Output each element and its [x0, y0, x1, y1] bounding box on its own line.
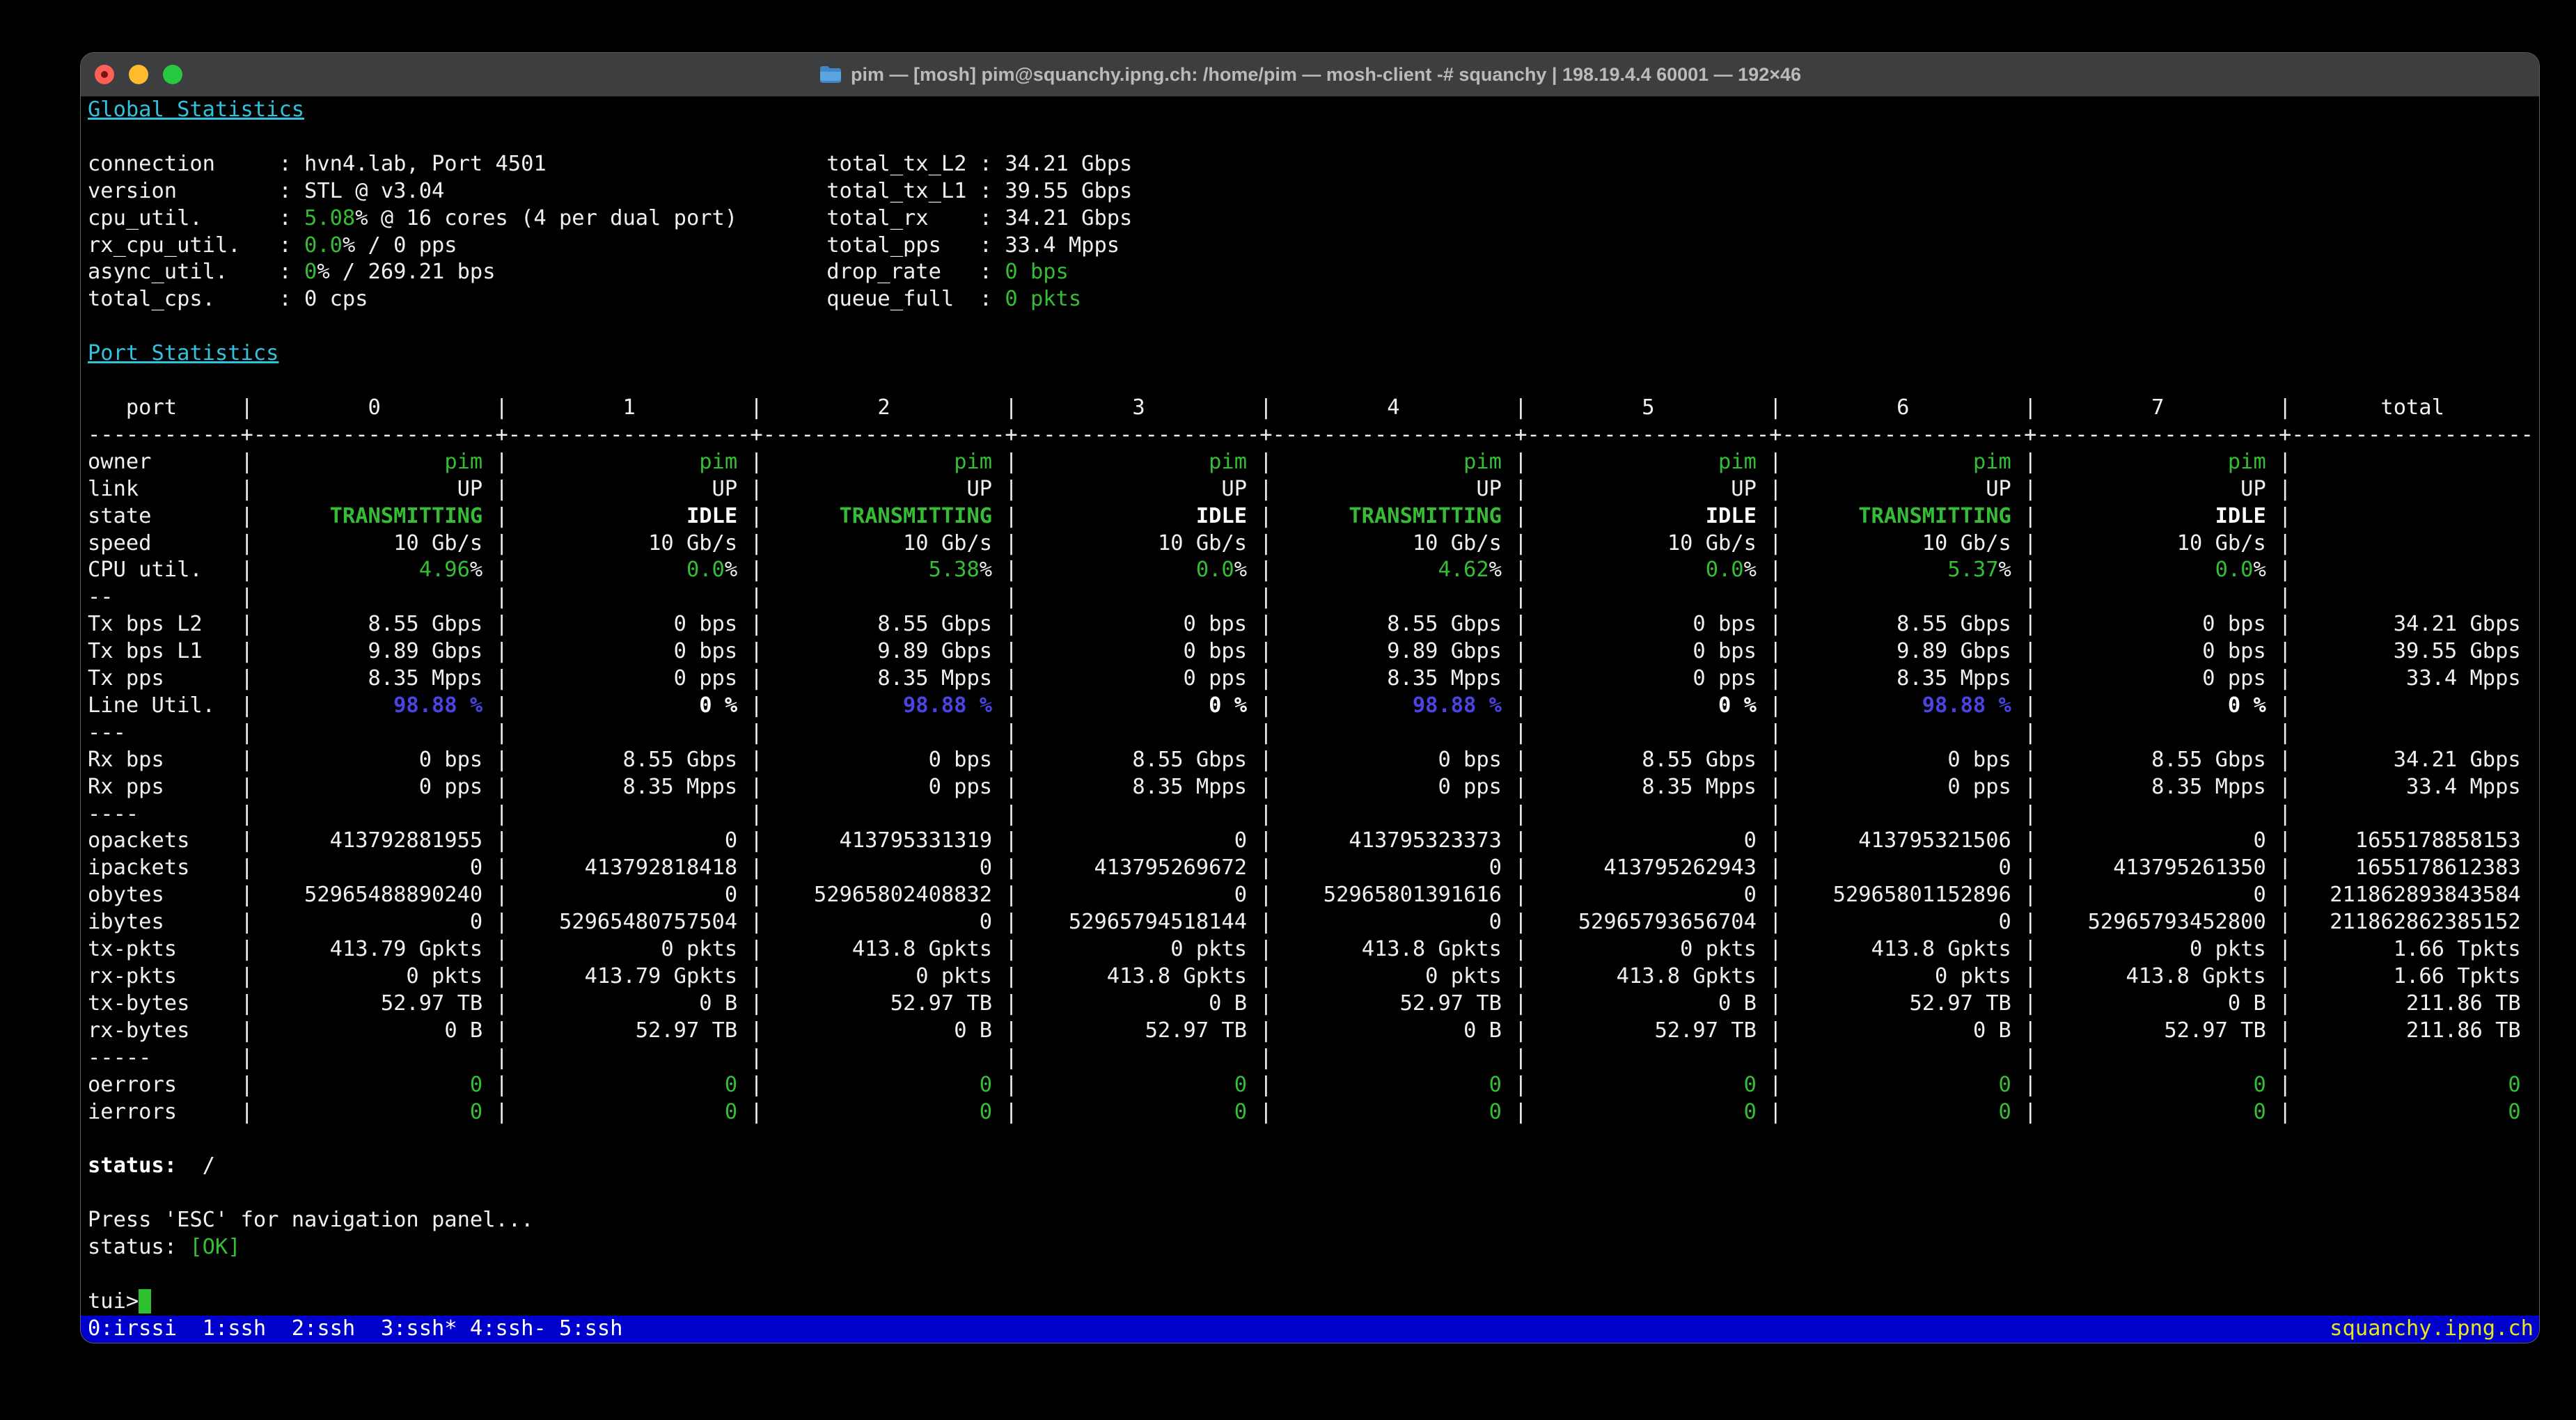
port-stats-row-opackets: opackets | 413792881955 | 0 | 4137953313… [88, 828, 2521, 853]
global-stats-line: cpu_util. : 5.08% @ 16 cores (4 per dual… [88, 205, 1133, 230]
port-stats-row-oerrors: oerrors | 0 | 0 | 0 | 0 | 0 | 0 | 0 | 0 … [88, 1072, 2521, 1097]
port-stats-row-owner: owner | pim | pim | pim | pim | pim | pi… [88, 449, 2292, 474]
port-statistics-heading: Port Statistics [88, 341, 279, 366]
port-stats-row-separator: -- | | | | | | | | | [88, 585, 2292, 610]
ok-status-line: status: [OK] [88, 1235, 241, 1260]
port-stats-row-rx-pkts: rx-pkts | 0 pkts | 413.79 Gpkts | 0 pkts… [88, 964, 2521, 988]
window-title-group: pim — [mosh] pim@squanchy.ipng.ch: /home… [819, 64, 1801, 86]
titlebar[interactable]: pim — [mosh] pim@squanchy.ipng.ch: /home… [81, 53, 2539, 97]
port-stats-row-state: state | TRANSMITTING | IDLE | TRANSMITTI… [88, 503, 2292, 528]
table-header-separator: ------------+-------------------+-------… [88, 422, 2534, 447]
port-stats-row-separator: ----- | | | | | | | | | [88, 1045, 2292, 1070]
global-stats-line: total_cps. : 0 cps queue_full : 0 pkts [88, 287, 1082, 312]
port-stats-row-separator: --- | | | | | | | | | [88, 720, 2292, 745]
port-stats-row-tx-bps-l2: Tx bps L2 | 8.55 Gbps | 0 bps | 8.55 Gbp… [88, 612, 2521, 637]
global-stats-line: rx_cpu_util. : 0.0% / 0 pps total_pps : … [88, 232, 1120, 258]
esc-hint-line: Press 'ESC' for navigation panel... [88, 1208, 534, 1233]
minimize-button[interactable] [129, 65, 148, 84]
prompt-line[interactable]: tui> [88, 1288, 2534, 1316]
close-button[interactable] [95, 65, 114, 84]
window-controls [95, 53, 182, 96]
port-stats-row-tx-pkts: tx-pkts | 413.79 Gpkts | 0 pkts | 413.8 … [88, 937, 2521, 962]
global-stats-line: connection : hvn4.lab, Port 4501 total_t… [88, 151, 1133, 176]
cursor [139, 1288, 152, 1314]
port-stats-row-speed: speed | 10 Gb/s | 10 Gb/s | 10 Gb/s | 10… [88, 530, 2292, 555]
global-statistics-heading: Global Statistics [88, 97, 305, 122]
statusbar-hostname: squanchy.ipng.ch [2330, 1316, 2534, 1341]
port-stats-row-rx-pps: Rx pps | 0 pps | 8.35 Mpps | 0 pps | 8.3… [88, 774, 2521, 799]
window-title: pim — [mosh] pim@squanchy.ipng.ch: /home… [850, 63, 1802, 85]
port-stats-row-ipackets: ipackets | 0 | 413792818418 | 0 | 413795… [88, 855, 2521, 881]
zoom-button[interactable] [163, 65, 182, 84]
port-stats-row-tx-bytes: tx-bytes | 52.97 TB | 0 B | 52.97 TB | 0… [88, 991, 2521, 1016]
screen-status-bar[interactable]: 0:irssi 1:ssh 2:ssh 3:ssh* 4:ssh- 5:ssh … [81, 1315, 2539, 1343]
port-stats-row-line-util: Line Util. | 98.88 % | 0 % | 98.88 % | 0… [88, 693, 2292, 718]
port-stats-row-link: link | UP | UP | UP | UP | UP | UP | UP … [88, 476, 2292, 501]
statusbar-windows: 0:irssi 1:ssh 2:ssh 3:ssh* 4:ssh- 5:ssh [88, 1316, 623, 1341]
terminal-window: pim — [mosh] pim@squanchy.ipng.ch: /home… [80, 52, 2540, 1343]
spinner-status-line: status: / [88, 1153, 215, 1178]
modified-dot-icon [101, 71, 108, 78]
port-stats-row-rx-bytes: rx-bytes | 0 B | 52.97 TB | 0 B | 52.97 … [88, 1018, 2521, 1043]
port-stats-row-rx-bps: Rx bps | 0 bps | 8.55 Gbps | 0 bps | 8.5… [88, 747, 2521, 772]
port-stats-row-tx-pps: Tx pps | 8.35 Mpps | 0 pps | 8.35 Mpps |… [88, 666, 2521, 691]
global-stats-line: version : STL @ v3.04 total_tx_L1 : 39.5… [88, 178, 1133, 203]
global-stats-line: async_util. : 0% / 269.21 bps drop_rate … [88, 260, 1069, 285]
port-stats-row-tx-bps-l1: Tx bps L1 | 9.89 Gbps | 0 bps | 9.89 Gbp… [88, 639, 2521, 664]
port-stats-row-obytes: obytes | 52965488890240 | 0 | 5296580240… [88, 883, 2521, 908]
port-stats-row-ibytes: ibytes | 0 | 52965480757504 | 0 | 529657… [88, 910, 2521, 935]
port-stats-row-cpu-util: CPU util. | 4.96% | 0.0% | 5.38% | 0.0% … [88, 558, 2292, 583]
port-stats-row-ierrors: ierrors | 0 | 0 | 0 | 0 | 0 | 0 | 0 | 0 … [88, 1099, 2521, 1124]
table-header-line: port | 0 | 1 | 2 | 3 | 4 | 5 | 6 | 7 | t… [88, 395, 2534, 420]
port-stats-row-separator: ---- | | | | | | | | | [88, 801, 2292, 826]
folder-icon [819, 66, 841, 83]
terminal-screen[interactable]: Global Statistics connection : hvn4.lab, … [81, 97, 2539, 1343]
